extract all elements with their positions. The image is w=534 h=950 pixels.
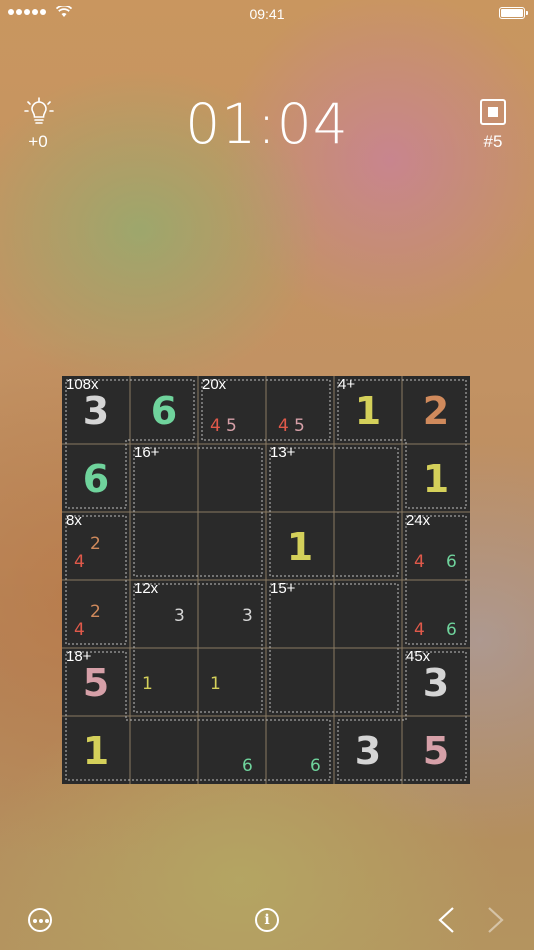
grid-cell[interactable]: 3: [334, 716, 402, 784]
grid-cell[interactable]: [334, 580, 402, 648]
grid-cell[interactable]: [334, 648, 402, 716]
grid-cell[interactable]: 45x 3: [402, 648, 470, 716]
cell-value: 2: [422, 389, 450, 433]
pencil-note: 4: [414, 552, 425, 572]
pencil-note: 6: [242, 756, 253, 776]
cage-label: 8x: [66, 512, 82, 529]
pencil-note: 6: [446, 620, 457, 640]
chevron-left-icon: [438, 907, 454, 933]
grid-cell[interactable]: 1: [266, 512, 334, 580]
grid-cell[interactable]: [130, 512, 198, 580]
cell-value: 1: [286, 525, 314, 569]
grid-cell[interactable]: [130, 716, 198, 784]
previous-button[interactable]: [436, 906, 456, 934]
grid-cell[interactable]: 1: [402, 444, 470, 512]
status-bar: 09:41: [0, 0, 534, 28]
next-button[interactable]: [486, 906, 506, 934]
grid-cell[interactable]: [334, 512, 402, 580]
status-time: 09:41: [249, 6, 285, 22]
grid-cell[interactable]: 15+: [266, 580, 334, 648]
pencil-note: 4: [414, 620, 425, 640]
cell-value: 1: [354, 389, 382, 433]
cage-label: 24x: [406, 512, 431, 529]
pencil-note: 4: [74, 552, 85, 572]
grid-cell[interactable]: [198, 512, 266, 580]
cage-label: 13+: [270, 444, 296, 461]
battery-icon: [499, 7, 528, 19]
grid-cell[interactable]: 2: [402, 376, 470, 444]
grid-cell[interactable]: 108x 3: [62, 376, 130, 444]
grid-cell[interactable]: 12x 3: [130, 580, 198, 648]
grid-cell[interactable]: 4+ 1: [334, 376, 402, 444]
grid-cell[interactable]: 5: [402, 716, 470, 784]
grid-cell[interactable]: 1: [62, 716, 130, 784]
grid-cell[interactable]: 45: [266, 376, 334, 444]
pencil-note: 1: [210, 674, 221, 694]
cell-value: 3: [82, 389, 110, 433]
grid-cell[interactable]: 6: [62, 444, 130, 512]
ellipsis-icon: [33, 919, 49, 923]
pencil-note: 3: [174, 606, 185, 626]
pencil-note: 2: [90, 602, 101, 622]
cage-label: 16+: [134, 444, 160, 461]
grid-cell[interactable]: 24: [62, 580, 130, 648]
grid-cell[interactable]: [198, 444, 266, 512]
cell-value: 5: [82, 661, 110, 705]
pencil-note: 3: [242, 606, 253, 626]
grid-cell[interactable]: [334, 444, 402, 512]
info-icon: i: [264, 912, 270, 928]
pencil-note: 4: [74, 620, 85, 640]
stop-icon: [488, 107, 498, 117]
grid-cell[interactable]: 3: [198, 580, 266, 648]
grid-cell[interactable]: 1: [130, 648, 198, 716]
cage-label: 15+: [270, 580, 296, 597]
cage-label: 20x: [202, 376, 227, 393]
puzzle-grid: 108x 3 6 20x 4 5 4 5 4+ 1 2 6 16+ 13+ 1 8x 2 4 1 24x 4 6 2 4 12x…: [62, 376, 470, 784]
pencil-note: 2: [90, 534, 101, 554]
pencil-note: 4: [278, 416, 289, 436]
pencil-note: 6: [310, 756, 321, 776]
grid-cell[interactable]: [266, 648, 334, 716]
grid-cell[interactable]: 46: [402, 580, 470, 648]
grid-cell[interactable]: 6: [198, 716, 266, 784]
cell-value: 6: [82, 457, 110, 501]
pencil-note: 5: [226, 416, 237, 436]
grid-cell[interactable]: 13+: [266, 444, 334, 512]
grid-cell[interactable]: 24x 4 6: [402, 512, 470, 580]
grid-cell[interactable]: 6: [266, 716, 334, 784]
game-timer: 01:04: [185, 92, 349, 156]
cell-value: 1: [82, 729, 110, 773]
stop-button[interactable]: [480, 99, 506, 125]
grid-cell[interactable]: 16+: [130, 444, 198, 512]
pencil-note: 6: [446, 552, 457, 572]
grid-cell[interactable]: 18+ 5: [62, 648, 130, 716]
grid-cell[interactable]: 20x 4 5: [198, 376, 266, 444]
pencil-note: 5: [294, 416, 305, 436]
more-options-button[interactable]: [28, 908, 52, 932]
grid-cell[interactable]: 8x 2 4: [62, 512, 130, 580]
cell-value: 1: [422, 457, 450, 501]
pencil-note: 4: [210, 416, 221, 436]
grid-cell[interactable]: 6: [130, 376, 198, 444]
level-number: #5: [483, 132, 503, 151]
chevron-right-icon: [488, 907, 504, 933]
pencil-note: 1: [142, 674, 153, 694]
info-button[interactable]: i: [255, 908, 279, 932]
cell-value: 3: [422, 661, 450, 705]
cell-value: 6: [150, 389, 178, 433]
cell-value: 5: [422, 729, 450, 773]
grid-cell[interactable]: 1: [198, 648, 266, 716]
cell-value: 3: [354, 729, 382, 773]
cage-label: 12x: [134, 580, 159, 597]
